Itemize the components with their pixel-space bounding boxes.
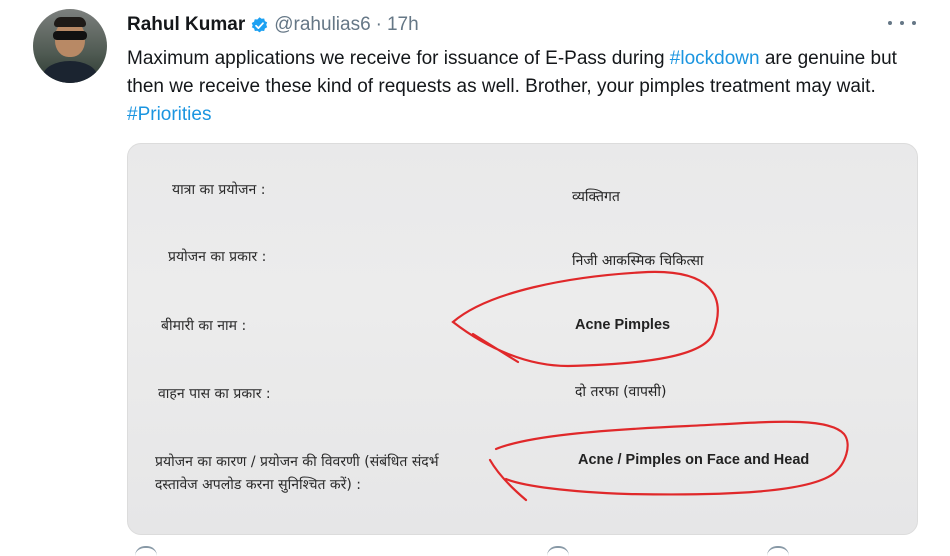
author-handle[interactable]: @rahulias6 — [274, 14, 370, 36]
tweet-header: Rahul Kumar @rahulias6 · 17h — [127, 12, 419, 38]
hashtag-link[interactable]: #lockdown — [670, 48, 760, 69]
author-avatar[interactable] — [33, 9, 107, 83]
more-dot — [888, 21, 892, 25]
avatar-shirt — [43, 61, 97, 83]
hashtag-link[interactable]: #Priorities — [127, 104, 211, 125]
tweet-timestamp[interactable]: 17h — [387, 14, 419, 36]
more-options-icon[interactable] — [888, 14, 916, 32]
more-dot — [900, 21, 904, 25]
tweet-text-part: Maximum applications we receive for issu… — [127, 48, 670, 69]
avatar-glasses — [53, 31, 87, 40]
more-dot — [912, 21, 916, 25]
tweet-text: Maximum applications we receive for issu… — [127, 45, 927, 129]
red-marker-circles — [451, 270, 849, 502]
epass-document: यात्रा का प्रयोजन : व्यक्तिगत प्रयोजन का… — [128, 144, 917, 534]
author-name[interactable]: Rahul Kumar — [127, 14, 245, 36]
header-separator: · — [375, 14, 382, 35]
marker-circle-acne — [451, 270, 719, 368]
marker-circle-reason — [488, 420, 849, 502]
avatar-hair — [54, 17, 86, 27]
verified-badge-icon — [251, 16, 268, 32]
tweet-media-image[interactable]: यात्रा का प्रयोजन : व्यक्तिगत प्रयोजन का… — [127, 143, 918, 535]
